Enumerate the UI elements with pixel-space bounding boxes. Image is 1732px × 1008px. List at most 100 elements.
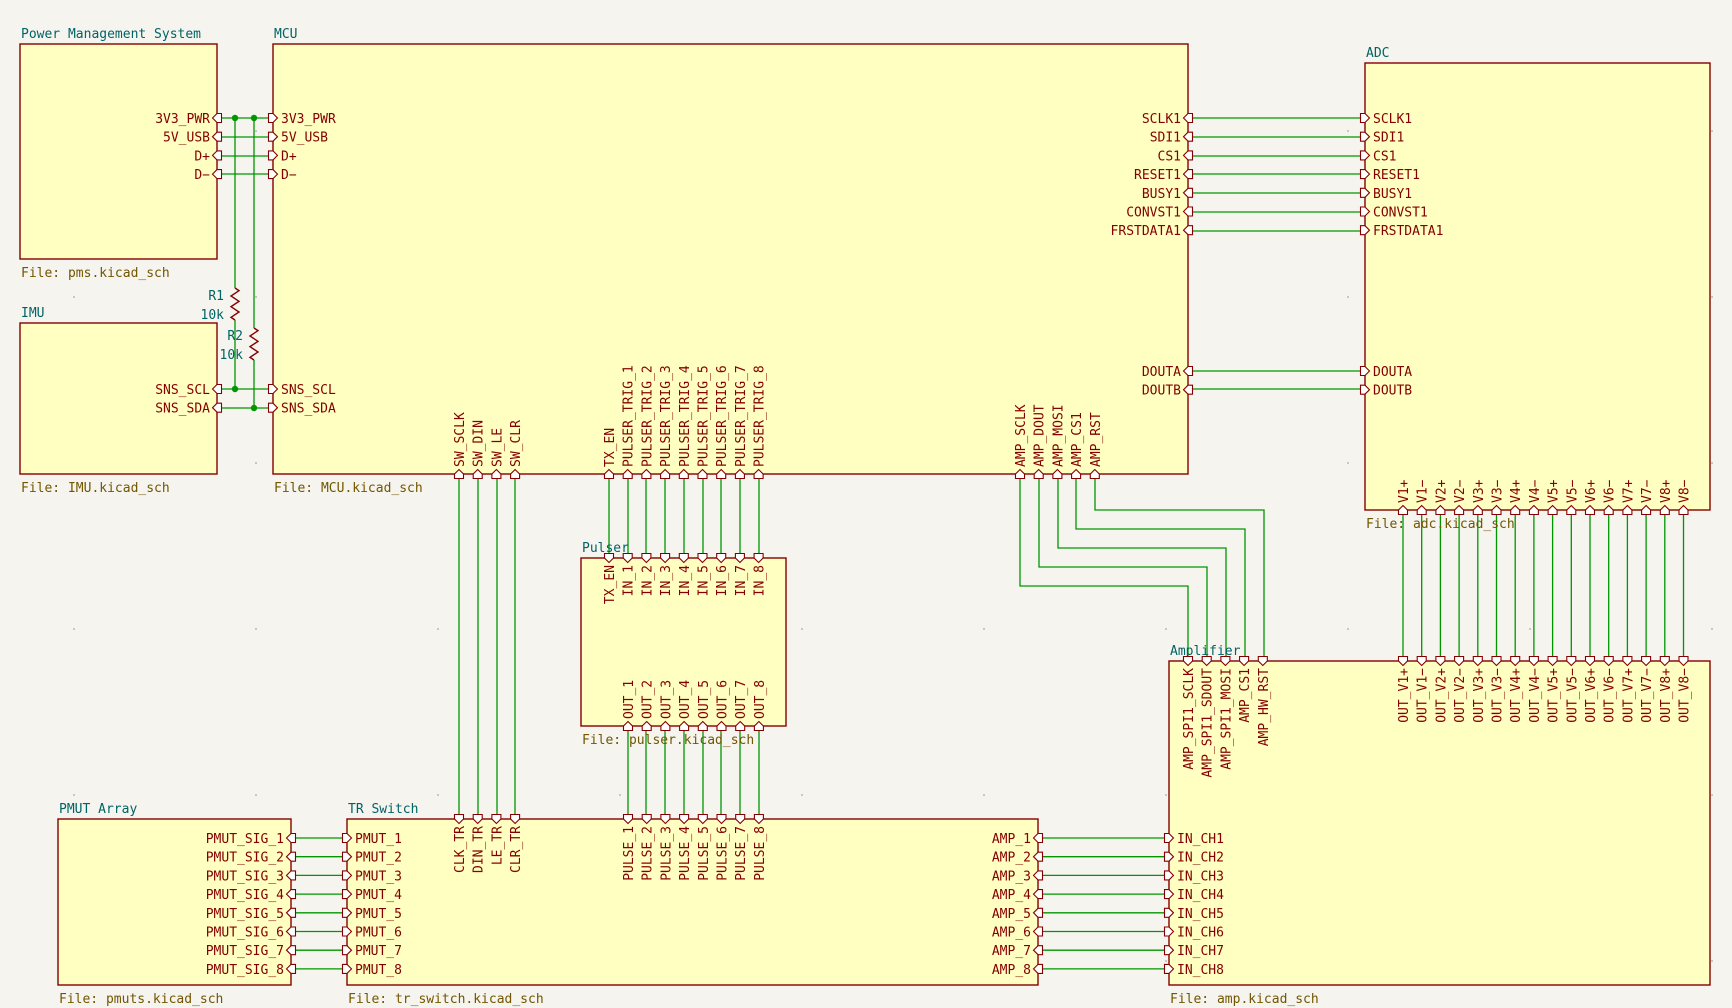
pin-label: 5V_USB — [163, 131, 210, 146]
pin-label: SCLK1 — [1142, 112, 1181, 127]
pin-label: AMP_SPI1_SCLK — [1182, 668, 1197, 770]
pin-label: AMP_CS1 — [1070, 412, 1085, 467]
pin-label: BUSY1 — [1142, 187, 1181, 202]
pin-label: V1− — [1416, 479, 1431, 503]
pin-label: PULSE_7 — [734, 826, 749, 881]
pin-label: PULSE_6 — [716, 826, 731, 881]
pin-label: CLR_TR — [509, 826, 524, 873]
pin-label: OUT_3 — [659, 680, 674, 719]
pin-label: AMP_DOUT — [1033, 404, 1048, 467]
pin-label: 3V3_PWR — [155, 112, 210, 127]
pin-label: OUT_5 — [697, 680, 712, 719]
grid-dot — [1711, 628, 1713, 630]
pin-label: SW_CLR — [509, 420, 524, 467]
grid-dot — [1711, 960, 1713, 962]
pin-label: LE_TR — [490, 826, 505, 865]
sheet-adc-file: File: adc.kicad_sch — [1366, 517, 1515, 532]
grid-dot — [73, 296, 75, 298]
pin-label: SNS_SCL — [155, 383, 210, 398]
pin-label: CONVST1 — [1126, 206, 1181, 221]
pin-label: PULSE_5 — [697, 826, 712, 881]
sheet-imu-title: IMU — [21, 306, 44, 321]
pin-label: V8− — [1678, 479, 1693, 503]
pin-label: D+ — [281, 149, 297, 164]
sheet-pms[interactable]: Power Management System File: pms.kicad_s… — [19, 27, 218, 281]
pin-label: V7+ — [1621, 479, 1636, 503]
pin-label: PULSER_TRIG_5 — [697, 365, 712, 467]
pin-label: OUT_V1− — [1416, 668, 1431, 723]
sheet-mcu-title: MCU — [274, 27, 297, 42]
grid-dot — [73, 628, 75, 630]
pin-label: IN_CH1 — [1177, 832, 1224, 847]
pin-label: OUT_V3+ — [1472, 668, 1487, 723]
pin-label: OUT_1 — [622, 680, 637, 719]
grid-dot — [255, 462, 257, 464]
grid-dot — [437, 794, 439, 796]
pin-label: PMUT_SIG_6 — [206, 926, 284, 941]
schematic-canvas[interactable]: Power Management System File: pms.kicad_s… — [0, 0, 1732, 1008]
pin-label: OUT_V8+ — [1659, 668, 1674, 723]
pin-label: PULSE_3 — [659, 826, 674, 881]
pin-label: DOUTA — [1373, 365, 1412, 380]
pin-label: V3− — [1491, 479, 1506, 503]
pin-label: SNS_SDA — [281, 402, 336, 417]
resistor-ref: R2 — [227, 329, 243, 344]
pin-label: V5− — [1565, 479, 1580, 503]
sheet-adc[interactable]: ADC File: adc.kicad_sch — [1364, 46, 1711, 532]
pin-label: DOUTB — [1142, 384, 1181, 399]
pin-label: AMP_7 — [992, 944, 1031, 959]
pin-label: AMP_8 — [992, 963, 1031, 978]
pin-label: OUT_V7+ — [1621, 668, 1636, 723]
pin-label: AMP_CS1 — [1238, 668, 1253, 723]
pin-label: PMUT_SIG_2 — [206, 851, 284, 866]
pin-label: PMUT_3 — [355, 869, 402, 884]
pin-label: OUT_V5− — [1565, 668, 1580, 723]
grid-dot — [801, 794, 803, 796]
resistor-ref: R1 — [208, 289, 224, 304]
pin-label: PULSER_TRIG_8 — [753, 365, 768, 467]
pin-label: PULSER_TRIG_3 — [659, 365, 674, 467]
pin-label: IN_CH4 — [1177, 888, 1224, 903]
sheet-adc-frame[interactable] — [1364, 62, 1711, 511]
pin-label: AMP_HW_RST — [1257, 668, 1272, 746]
pin-label: AMP_RST — [1089, 412, 1104, 467]
pin-label: PULSER_TRIG_4 — [678, 365, 693, 467]
grid-dot — [255, 296, 257, 298]
wire-junction — [250, 114, 258, 122]
pin-label: SNS_SCL — [281, 383, 336, 398]
wire-amp-spi-1[interactable] — [1038, 474, 1208, 661]
pin-label: DOUTB — [1373, 384, 1412, 399]
sheet-pms-frame[interactable] — [19, 43, 218, 260]
grid-dot — [1347, 296, 1349, 298]
pin-label: OUT_V2− — [1453, 668, 1468, 723]
pin-label: OUT_V4+ — [1509, 668, 1524, 723]
resistor-r2[interactable]: R210k — [220, 327, 260, 363]
pin-label: AMP_SPI1_SDOUT — [1201, 668, 1216, 778]
pin-label: PULSE_8 — [753, 826, 768, 881]
pin-label: TX_EN — [603, 565, 618, 604]
pin-label: OUT_4 — [678, 680, 693, 719]
pin-label: PMUT_SIG_3 — [206, 869, 284, 884]
pin-label: PULSER_TRIG_7 — [734, 365, 749, 467]
sheet-imu-frame[interactable] — [19, 322, 218, 475]
pin-label: IN_CH6 — [1177, 926, 1224, 941]
pin-label: AMP_MOSI — [1051, 404, 1066, 467]
pin-label: SCLK1 — [1373, 112, 1412, 127]
pin-label: PMUT_SIG_7 — [206, 944, 284, 959]
wire-junction — [231, 385, 239, 393]
sheet-adc-title: ADC — [1366, 46, 1389, 61]
pin-label: PMUT_8 — [355, 963, 402, 978]
pin-label: PMUT_5 — [355, 907, 402, 922]
pin-label: V8+ — [1659, 479, 1674, 503]
pin-label: DIN_TR — [472, 826, 487, 873]
pin-label: SW_DIN — [472, 420, 487, 467]
pin-label: IN_3 — [659, 565, 674, 596]
wire-junction — [250, 404, 258, 412]
grid-dot — [801, 628, 803, 630]
resistor-r1[interactable]: R110k — [201, 287, 241, 323]
grid-dot — [983, 628, 985, 630]
pin-label: IN_1 — [622, 565, 637, 596]
grid-dot — [437, 628, 439, 630]
pin-label: 3V3_PWR — [281, 112, 336, 127]
pin-label: AMP_6 — [992, 926, 1031, 941]
